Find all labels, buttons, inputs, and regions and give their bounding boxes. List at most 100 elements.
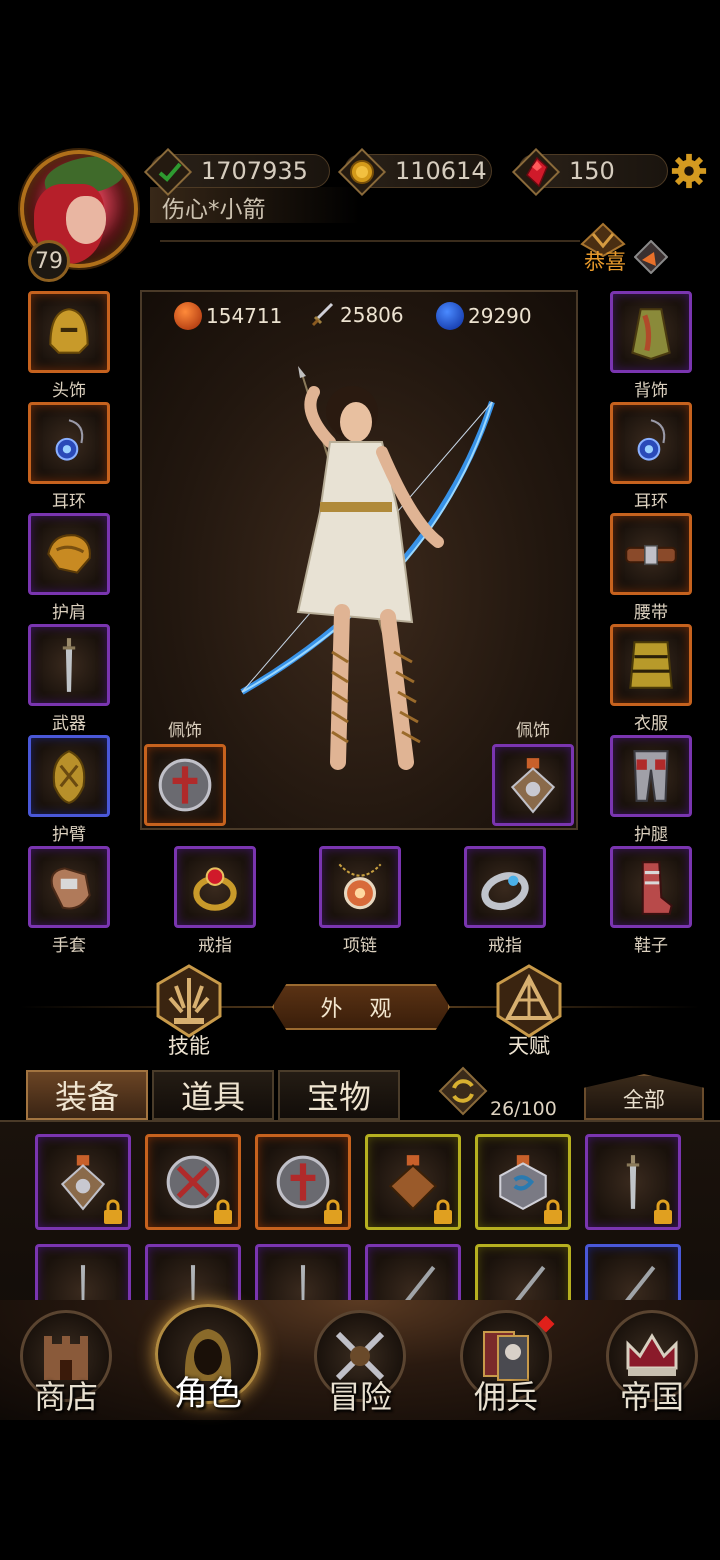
refresh-icon[interactable] [438, 1066, 488, 1116]
boots-icon [641, 861, 673, 915]
inventory-item[interactable] [585, 1134, 681, 1230]
nav-empire[interactable]: 帝国 [602, 1310, 702, 1416]
slot-label-necklace: 项链 [343, 936, 377, 956]
stat-hp-value: 154711 [206, 304, 283, 328]
gold-counter: 110614 [337, 147, 492, 197]
inventory-count: 26/100 [490, 1098, 557, 1120]
player-level-badge: 79 [28, 240, 70, 282]
lock-icon [544, 1199, 562, 1224]
slot-label-bracer: 护臂 [52, 825, 86, 845]
inventory-item[interactable] [475, 1134, 571, 1230]
leggings-icon [633, 750, 669, 802]
exp-bar [160, 240, 580, 242]
gold-bracer-icon [52, 750, 86, 804]
lock-icon [324, 1199, 342, 1224]
archer-character-illustration [240, 366, 495, 770]
slot-accessory-left[interactable] [144, 744, 226, 826]
gold-coin-icon [350, 160, 374, 184]
slot-belt[interactable] [610, 513, 692, 595]
tab-equipment[interactable]: 装备 [26, 1070, 148, 1120]
slot-label-back: 背饰 [634, 381, 668, 401]
slot-back[interactable] [610, 291, 692, 373]
slot-label-accessory-left: 佩饰 [168, 721, 202, 741]
lock-icon [214, 1199, 232, 1224]
slot-accessory-right[interactable] [492, 744, 574, 826]
inventory-item[interactable] [35, 1134, 131, 1230]
slot-label-clothes: 衣服 [634, 714, 668, 734]
congrats-notice[interactable]: 恭喜 [584, 246, 626, 276]
ruby-ring-icon [193, 867, 237, 911]
stat-hp: 154711 [174, 302, 282, 330]
nav-shop[interactable]: 商店 [16, 1310, 116, 1416]
slot-shoes[interactable] [610, 846, 692, 928]
slot-gloves[interactable] [28, 846, 110, 928]
slot-label-ring-left: 戒指 [198, 936, 232, 956]
nav-empire-label: 帝国 [619, 1378, 684, 1416]
slot-ring-right[interactable] [464, 846, 546, 928]
slot-necklace[interactable] [319, 846, 401, 928]
lock-icon [434, 1199, 452, 1224]
nav-adventure[interactable]: 冒险 [310, 1310, 410, 1416]
announcement-horn-icon[interactable] [634, 240, 668, 274]
mana-orb-icon [436, 302, 464, 330]
slot-leggings[interactable] [610, 735, 692, 817]
slot-head[interactable] [28, 291, 110, 373]
slot-label-weapon: 武器 [52, 714, 86, 734]
red-gem-icon [526, 157, 548, 187]
character-portrait-panel: 154711 25806 29290 佩饰 佩饰 [140, 290, 578, 830]
gem-counter: 150 [511, 147, 668, 197]
stat-mana: 29290 [436, 302, 532, 330]
stat-mana-value: 29290 [468, 304, 532, 328]
power-icon [158, 162, 182, 182]
bottom-navigation: 商店 角色 冒险 佣兵 帝国 [0, 1300, 720, 1420]
nav-character[interactable]: 角色 [155, 1304, 261, 1414]
skills-button[interactable]: 技能 [154, 964, 224, 1058]
slot-earring-left[interactable] [28, 402, 110, 484]
slot-label-ring-right: 戒指 [488, 936, 522, 956]
appearance-button[interactable]: 外 观 [272, 984, 450, 1030]
talent-emblem-icon [496, 964, 562, 1038]
lock-icon [104, 1199, 122, 1224]
nav-character-label: 角色 [174, 1374, 242, 1414]
skills-emblem-icon [156, 964, 222, 1038]
skills-label: 技能 [168, 1034, 210, 1058]
hp-orb-icon [174, 302, 202, 330]
gold-value: 110614 [395, 157, 487, 185]
slot-label-earring-left: 耳环 [52, 492, 86, 512]
slot-label-head: 头饰 [52, 381, 86, 401]
cross-medal-icon [158, 758, 212, 812]
slot-label-leggings: 护腿 [634, 825, 668, 845]
silver-ring-icon [481, 872, 529, 911]
tab-items[interactable]: 道具 [152, 1070, 274, 1120]
belt-icon [625, 544, 677, 566]
talent-button[interactable]: 天赋 [494, 964, 564, 1058]
gloves-icon [50, 867, 91, 910]
slot-shoulder[interactable] [28, 513, 110, 595]
stat-attack: 25806 [310, 302, 404, 328]
inventory-item[interactable] [145, 1134, 241, 1230]
gold-helmet-icon [49, 308, 89, 354]
filter-all-button[interactable]: 全部 [584, 1074, 704, 1120]
tab-treasures[interactable]: 宝物 [278, 1070, 400, 1120]
slot-earring-right[interactable] [610, 402, 692, 484]
slot-weapon[interactable] [28, 624, 110, 706]
lock-icon [654, 1199, 672, 1224]
nav-shop-label: 商店 [33, 1378, 98, 1416]
slot-clothes[interactable] [610, 624, 692, 706]
slot-label-gloves: 手套 [52, 936, 86, 956]
stat-attack-value: 25806 [340, 303, 404, 327]
armor-icon [629, 641, 673, 689]
blue-earring-icon [55, 419, 84, 461]
slot-label-shoulder: 护肩 [52, 603, 86, 623]
inventory-item[interactable] [365, 1134, 461, 1230]
power-value: 1707935 [201, 157, 308, 185]
talent-label: 天赋 [508, 1034, 550, 1058]
slot-label-accessory-right: 佩饰 [516, 721, 550, 741]
inventory-item[interactable] [255, 1134, 351, 1230]
slot-label-belt: 腰带 [634, 603, 668, 623]
nav-mercenary[interactable]: 佣兵 [456, 1310, 556, 1416]
slot-ring-left[interactable] [174, 846, 256, 928]
slot-label-earring-right: 耳环 [634, 492, 668, 512]
slot-bracer[interactable] [28, 735, 110, 817]
settings-gear-icon[interactable] [670, 152, 708, 190]
